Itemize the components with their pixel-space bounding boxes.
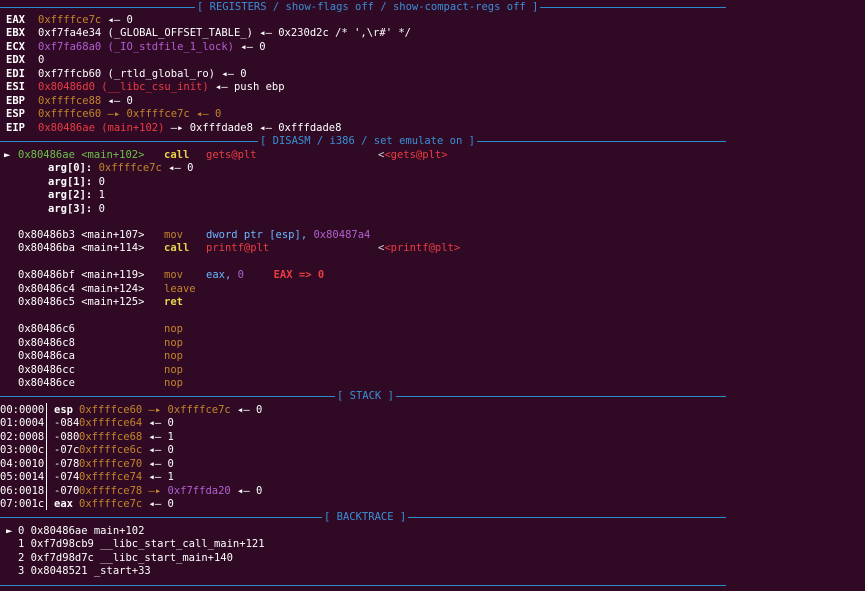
stack-row: 07:001c eax 0xffffce7c ◂— 0 bbox=[0, 498, 174, 510]
register-ebp: EBP 0xffffce88 ◂— 0 bbox=[6, 95, 133, 107]
disasm-line: 0x80486b3 <main+107> mov dword ptr [esp], … bbox=[18, 229, 371, 241]
disasm-arg-2: arg[2]: 1 bbox=[48, 189, 105, 201]
stack-header: [ STACK ] bbox=[335, 390, 396, 403]
register-edx: EDX 0 bbox=[6, 54, 45, 66]
disasm-header: [ DISASM / i386 / set emulate on ] bbox=[258, 135, 477, 148]
disasm-line: 0x80486c6 nop bbox=[18, 323, 183, 335]
backtrace-frame: 1 0xf7d98cb9 __libc_start_call_main+121 bbox=[18, 538, 265, 550]
terminal-screen[interactable]: [ REGISTERS / show-flags off / show-comp… bbox=[0, 0, 865, 591]
bottom-separator bbox=[0, 585, 726, 586]
backtrace-frame: ► 0 0x80486ae main+102 bbox=[6, 525, 145, 537]
disasm-current-line: ► 0x80486ae <main+102> call gets@plt <<gets@… bbox=[0, 149, 448, 162]
current-line-marker: ► bbox=[4, 149, 11, 161]
disasm-line: 0x80486ce nop bbox=[18, 377, 183, 389]
stack-row: 05:0014 -0740xffffce74 ◂— 1 bbox=[0, 471, 174, 483]
disasm-line: 0x80486c8 nop bbox=[18, 337, 183, 349]
register-eax: EAX 0xffffce7c ◂— 0 bbox=[6, 14, 133, 26]
disasm-line: 0x80486c4 <main+124> leave bbox=[18, 283, 196, 295]
disasm-arg-3: arg[3]: 0 bbox=[48, 203, 105, 215]
stack-row: 06:0018 -0700xffffce78 —▸ 0xf7ffda20 ◂— 0 bbox=[0, 485, 263, 497]
disasm-line: 0x80486bf <main+119> mov eax, 0 EAX => 0 bbox=[18, 269, 325, 281]
stack-row: 01:0004 -0840xffffce64 ◂— 0 bbox=[0, 417, 174, 429]
stack-row: 03:000c -07c0xffffce6c ◂— 0 bbox=[0, 444, 174, 456]
current-frame-marker: ► bbox=[6, 525, 13, 537]
call-target: <gets@plt> bbox=[384, 149, 448, 161]
stack-row: 00:0000 esp 0xffffce60 —▸ 0xffffce7c ◂— 0 bbox=[0, 404, 263, 416]
register-esp: ESP 0xffffce60 —▸ 0xffffce7c ◂— 0 bbox=[6, 108, 222, 120]
disasm-arg-1: arg[1]: 0 bbox=[48, 176, 105, 188]
backtrace-header: [ BACKTRACE ] bbox=[322, 511, 409, 524]
stack-row: 02:0008 -0800xffffce68 ◂— 1 bbox=[0, 431, 174, 443]
stack-row: 04:0010 -0780xffffce70 ◂— 0 bbox=[0, 458, 174, 470]
disasm-arg-0: arg[0]: 0xffffce7c ◂— 0 bbox=[48, 162, 194, 174]
backtrace-frame: 3 0x8048521 _start+33 bbox=[18, 565, 151, 577]
disasm-line: 0x80486ba <main+114> call printf@plt <<prin… bbox=[18, 242, 461, 254]
register-edi: EDI 0xf7ffcb60 (_rtld_global_ro) ◂— 0 bbox=[6, 68, 247, 80]
register-ebx: EBX 0xf7fa4e34 (_GLOBAL_OFFSET_TABLE_) ◂—… bbox=[6, 27, 411, 39]
emulate-note: EAX => 0 bbox=[273, 269, 325, 281]
disasm-line: 0x80486cc nop bbox=[18, 364, 183, 376]
backtrace-frame: 2 0xf7d98d7c __libc_start_main+140 bbox=[18, 552, 233, 564]
register-ecx: ECX 0xf7fa68a0 (_IO_stdfile_1_lock) ◂— 0 bbox=[6, 41, 266, 53]
disasm-line: 0x80486ca nop bbox=[18, 350, 183, 362]
registers-header: [ REGISTERS / show-flags off / show-comp… bbox=[195, 1, 541, 14]
register-eip: EIP 0x80486ae (main+102) —▸ 0xfffdade8 ◂—… bbox=[6, 122, 342, 134]
disasm-line: 0x80486c5 <main+125> ret bbox=[18, 296, 183, 308]
register-esi: ESI 0x80486d0 (__libc_csu_init) ◂— push e… bbox=[6, 81, 285, 93]
